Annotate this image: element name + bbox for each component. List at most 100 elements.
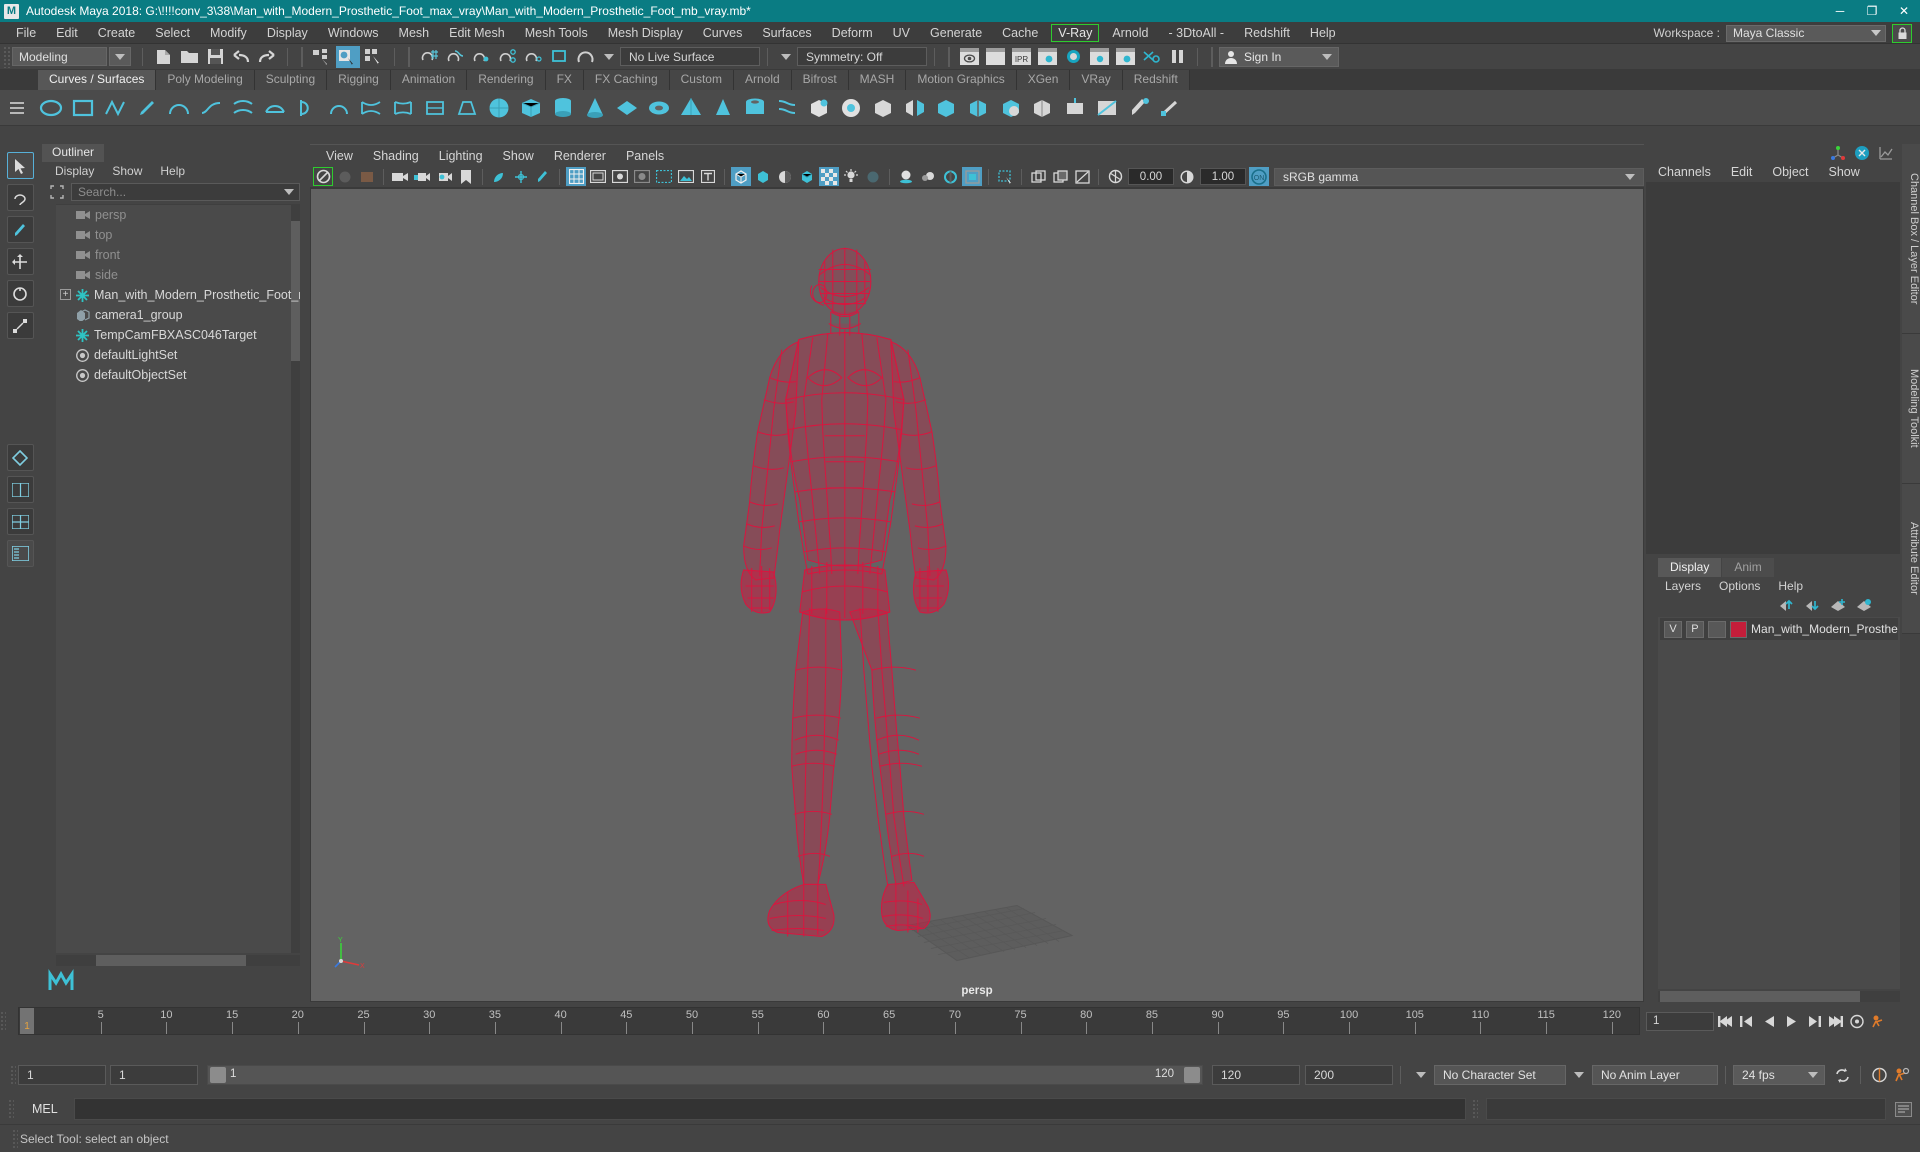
layer-editor-tab-display[interactable]: Display <box>1658 558 1721 577</box>
shelf-tab-animation[interactable]: Animation <box>391 70 467 90</box>
three-point-arc-button[interactable] <box>164 93 194 123</box>
channel-box-content[interactable] <box>1646 182 1900 554</box>
channelbox-menu-object[interactable]: Object <box>1762 162 1818 182</box>
shelf-tab-xgen[interactable]: XGen <box>1017 70 1071 90</box>
status-bar-grip[interactable] <box>12 1129 18 1149</box>
channelbox-menu-channels[interactable]: Channels <box>1648 162 1721 182</box>
poly-pipe-button[interactable] <box>740 93 770 123</box>
menu-item-edit-mesh[interactable]: Edit Mesh <box>439 22 515 44</box>
playblast-button[interactable] <box>1868 1010 1890 1032</box>
render-flags-button[interactable] <box>1139 46 1163 68</box>
move-tool-button[interactable] <box>7 248 34 275</box>
layer-playback-toggle[interactable]: P <box>1686 621 1704 638</box>
nurbs-circle-button[interactable] <box>36 93 66 123</box>
soft-select-button[interactable] <box>836 93 866 123</box>
expand-collapse-icon[interactable]: + <box>60 289 71 300</box>
snap-to-magnet-button[interactable] <box>573 46 597 68</box>
select-camera-button[interactable] <box>313 167 333 186</box>
scale-tool-button[interactable] <box>7 312 34 339</box>
shelf-tab-vray[interactable]: VRay <box>1070 70 1122 90</box>
gamma-icon-button[interactable] <box>1177 167 1197 186</box>
fps-select[interactable]: 24 fps <box>1733 1065 1825 1085</box>
outliner-item[interactable]: TempCamFBXASC046Target <box>56 325 300 345</box>
channelbox-menu-show[interactable]: Show <box>1819 162 1870 182</box>
lighting-toggle-button[interactable] <box>841 167 861 186</box>
snap-to-grid-button[interactable] <box>417 46 441 68</box>
shelf-tab-fx-caching[interactable]: FX Caching <box>584 70 670 90</box>
menu-item-v-ray[interactable]: V-Ray <box>1051 24 1099 42</box>
chevron-down-icon[interactable] <box>1574 1072 1584 1078</box>
current-time-field[interactable]: 1 <box>1646 1012 1714 1031</box>
maximize-button[interactable]: ❐ <box>1856 0 1888 22</box>
poly-cube-button[interactable] <box>516 93 546 123</box>
animation-start-field[interactable]: 1 <box>110 1065 198 1085</box>
menu-item-windows[interactable]: Windows <box>318 22 389 44</box>
poly-sphere-button[interactable] <box>484 93 514 123</box>
sign-in-button[interactable]: Sign In <box>1219 47 1339 67</box>
command-output-grip[interactable] <box>1472 1099 1478 1119</box>
render-sequence-button[interactable] <box>983 46 1007 68</box>
command-input-field[interactable] <box>74 1098 1466 1120</box>
live-surface-field[interactable]: No Live Surface <box>620 47 760 66</box>
shaded-wireframe-button[interactable] <box>775 167 795 186</box>
outliner-item[interactable]: front <box>56 245 300 265</box>
smooth-button[interactable] <box>868 93 898 123</box>
loop-playback-button[interactable] <box>1831 1064 1853 1086</box>
combine-button[interactable] <box>932 93 962 123</box>
outliner-item[interactable]: persp <box>56 205 300 225</box>
shelf-tab-motion-graphics[interactable]: Motion Graphics <box>906 70 1016 90</box>
nurbs-square-button[interactable] <box>68 93 98 123</box>
field-chart-button[interactable] <box>632 167 652 186</box>
select-tool-button[interactable] <box>7 152 34 179</box>
viewport-toggle-3[interactable] <box>357 167 377 186</box>
boundary-button[interactable] <box>388 93 418 123</box>
undo-button[interactable] <box>229 46 253 68</box>
command-line-grip[interactable] <box>8 1099 14 1119</box>
time-slider-grip[interactable] <box>0 1011 6 1031</box>
menu-item-surfaces[interactable]: Surfaces <box>752 22 821 44</box>
extrude-button[interactable] <box>324 93 354 123</box>
outliner-item[interactable]: top <box>56 225 300 245</box>
film-gate-button[interactable] <box>588 167 608 186</box>
wireframe-shading-button[interactable] <box>731 167 751 186</box>
viewport-menu-panels[interactable]: Panels <box>616 145 674 167</box>
minimize-button[interactable]: ─ <box>1824 0 1856 22</box>
range-end-field[interactable]: 200 <box>1305 1065 1393 1085</box>
animation-preferences-button[interactable] <box>1890 1064 1912 1086</box>
checker-toggle-button[interactable] <box>819 167 839 186</box>
select-by-component-button[interactable] <box>362 46 386 68</box>
move-layer-down-icon[interactable] <box>1804 598 1820 612</box>
lock-camera-button[interactable] <box>412 167 432 186</box>
snap-to-projected-center-button[interactable] <box>495 46 519 68</box>
grid-toggle-button[interactable] <box>566 167 586 186</box>
pencil-curve-tool-button[interactable] <box>132 93 162 123</box>
bevel-button[interactable] <box>452 93 482 123</box>
viewport-menu-show[interactable]: Show <box>493 145 544 167</box>
snap-to-point-button[interactable] <box>469 46 493 68</box>
menu-item-help[interactable]: Help <box>1300 22 1346 44</box>
snap-to-curve-button[interactable] <box>443 46 467 68</box>
ipr-render-button[interactable]: IPR <box>1009 46 1033 68</box>
close-button[interactable]: ✕ <box>1888 0 1920 22</box>
outliner-menu-show[interactable]: Show <box>103 162 151 180</box>
pause-render-button[interactable] <box>1165 46 1189 68</box>
step-forward-key-button[interactable] <box>1802 1010 1824 1032</box>
select-by-object-button[interactable] <box>336 46 360 68</box>
multisample-button[interactable] <box>940 167 960 186</box>
range-max-handle[interactable] <box>1184 1067 1200 1083</box>
quad-draw-button[interactable] <box>1156 93 1186 123</box>
outliner-search-input[interactable]: Search... <box>71 183 300 201</box>
shelf-tab-bifrost[interactable]: Bifrost <box>792 70 849 90</box>
poly-plane-button[interactable] <box>612 93 642 123</box>
shelf-tab-rigging[interactable]: Rigging <box>327 70 391 90</box>
shelf-tab-poly-modeling[interactable]: Poly Modeling <box>156 70 254 90</box>
booleans-button[interactable] <box>996 93 1026 123</box>
text-overlay-button[interactable] <box>698 167 718 186</box>
new-layer-icon[interactable] <box>1856 598 1872 612</box>
screen-space-ao-button[interactable] <box>962 167 982 186</box>
attribute-editor-icon[interactable] <box>1878 145 1894 161</box>
scrollbar-thumb[interactable] <box>96 955 246 966</box>
animation-end-field[interactable]: 120 <box>1212 1065 1300 1085</box>
paint-effects-button[interactable] <box>489 167 509 186</box>
new-layer-from-selected-icon[interactable] <box>1830 598 1846 612</box>
